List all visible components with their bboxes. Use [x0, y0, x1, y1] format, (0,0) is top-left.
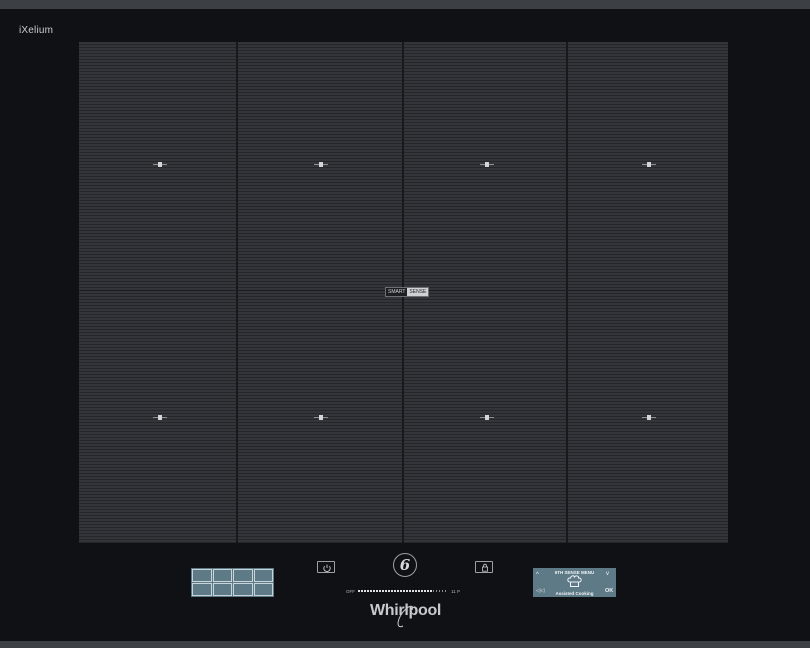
zone-divider — [236, 42, 238, 543]
zone-map-cell[interactable] — [212, 583, 232, 596]
zone-map-cell[interactable] — [192, 583, 212, 596]
zone-map-cell[interactable] — [253, 583, 273, 596]
zone-7-center-marker[interactable] — [480, 415, 494, 420]
zone-6-center-marker[interactable] — [314, 415, 328, 420]
sixth-sense-button[interactable]: 6 — [393, 553, 417, 577]
lock-icon — [482, 563, 488, 572]
zone-map-display[interactable] — [191, 568, 274, 597]
menu-up-arrow[interactable]: ^ — [536, 572, 539, 578]
hob-bottom-rim — [0, 641, 810, 648]
zone-divider — [566, 42, 568, 543]
menu-display[interactable]: 6TH SENSE MENU ^ v ◁◁ Assisted Cooking O… — [533, 568, 616, 597]
zone-5-center-marker[interactable] — [153, 415, 167, 420]
slider-min-label: OFF — [346, 588, 355, 594]
zone-3-center-marker[interactable] — [480, 162, 494, 167]
power-slider[interactable]: OFF 11 P — [346, 587, 460, 595]
zone-8-center-marker[interactable] — [642, 415, 656, 420]
zone-map-cell[interactable] — [253, 569, 273, 582]
zone-map-cell[interactable] — [233, 569, 253, 582]
smart-sense-badge: SMART SENSE — [385, 287, 430, 297]
menu-down-arrow[interactable]: v — [606, 571, 609, 577]
zone-4-center-marker[interactable] — [642, 162, 656, 167]
slider-fill — [358, 590, 432, 592]
zone-map-cell[interactable] — [192, 569, 212, 582]
sixth-sense-label: 6 — [399, 556, 411, 574]
slider-max-label: 11 P — [451, 588, 460, 594]
zone-map-cell[interactable] — [212, 569, 232, 582]
hob-top-rim — [0, 0, 810, 9]
series-logo: iXelium — [19, 25, 54, 36]
zone-2-center-marker[interactable] — [314, 162, 328, 167]
lock-button[interactable] — [475, 561, 493, 573]
zone-1-center-marker[interactable] — [153, 162, 167, 167]
menu-ok-button[interactable]: OK — [605, 588, 613, 594]
menu-subtitle: Assisted Cooking — [555, 591, 594, 596]
power-button[interactable] — [317, 561, 335, 573]
smart-label: SMART — [388, 289, 406, 295]
power-icon — [323, 564, 331, 572]
slider-track[interactable] — [358, 590, 449, 592]
zone-map-cell[interactable] — [233, 583, 253, 596]
chef-hat-icon — [567, 575, 582, 587]
sense-label: SENSE — [407, 288, 429, 296]
brand-swoosh-icon — [397, 605, 414, 628]
cooking-surface: SMART SENSE — [79, 42, 728, 543]
